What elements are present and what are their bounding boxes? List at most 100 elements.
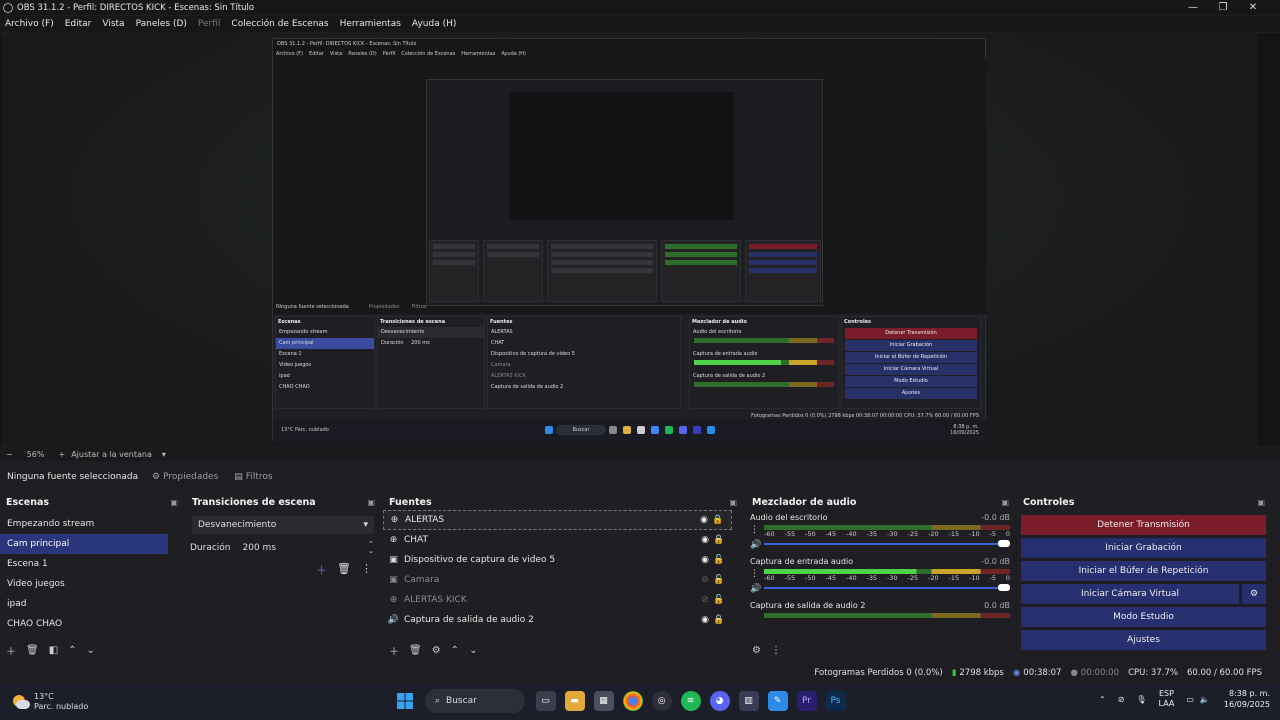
volume-icon[interactable]: 🔈 <box>1200 695 1210 704</box>
move-up-icon[interactable]: ⌃ <box>68 645 76 656</box>
advanced-audio-icon[interactable]: ⚙ <box>752 645 761 656</box>
app-icon[interactable]: ▥ <box>738 691 759 711</box>
maximize-button[interactable]: ❐ <box>1208 0 1238 15</box>
scene-item[interactable]: Cam principal <box>0 534 168 554</box>
duration-stepper-icon[interactable]: ⌃ ⌄ <box>368 541 374 555</box>
source-properties-icon[interactable]: ⚙ <box>432 645 441 656</box>
source-item[interactable]: ⊕ ALERTAS KICK ⊘ 🔓 <box>383 590 732 610</box>
properties-button[interactable]: ⚙ Propiedades <box>152 472 218 482</box>
unlock-icon[interactable]: 🔓 <box>712 555 726 565</box>
menu-profile[interactable]: Perfil <box>198 19 221 29</box>
transition-menu-icon[interactable]: ⋮ <box>361 562 372 578</box>
move-up-icon[interactable]: ⌃ <box>451 645 459 656</box>
add-transition-icon[interactable]: ＋ <box>316 562 327 578</box>
scene-item[interactable]: ipad <box>0 594 168 614</box>
bitrate: 2798 kbps <box>959 668 1004 678</box>
source-item[interactable]: ⊕ ALERTAS ◉ 🔒 <box>383 510 732 530</box>
scene-filters-icon[interactable]: ◧ <box>49 645 58 656</box>
scene-item[interactable]: Escena 1 <box>0 554 168 574</box>
scene-item[interactable]: Empezando stream <box>0 514 168 534</box>
store-icon[interactable]: ▦ <box>593 691 614 711</box>
channel-menu-icon[interactable]: ⋮ <box>750 569 759 579</box>
eye-hidden-icon[interactable]: ⊘ <box>698 595 712 605</box>
menu-file[interactable]: Archivo (F) <box>5 19 54 29</box>
display-icon[interactable]: ▭ <box>1186 695 1194 704</box>
task-view-icon[interactable]: ▭ <box>535 691 556 711</box>
source-item[interactable]: 🔊 Captura de salida de audio 2 ◉ 🔒 <box>383 610 732 630</box>
remove-transition-icon[interactable]: 🗑 <box>337 562 351 578</box>
mixer-menu-icon[interactable]: ⋮ <box>771 645 781 656</box>
menu-scene-collection[interactable]: Colección de Escenas <box>231 19 328 29</box>
lock-icon[interactable]: 🔒 <box>712 615 726 625</box>
scene-item[interactable]: Video juegos <box>0 574 168 594</box>
lock-icon[interactable]: 🔒 <box>712 535 726 545</box>
volume-slider[interactable] <box>764 540 1010 547</box>
filters-button[interactable]: ▤ Filtros <box>234 472 272 482</box>
zoom-dropdown-icon[interactable]: ▾ <box>162 450 166 459</box>
obs-icon[interactable]: ◎ <box>651 691 672 711</box>
settings-button[interactable]: Ajustes <box>1021 630 1266 650</box>
add-source-icon[interactable]: ＋ <box>389 643 399 658</box>
source-item[interactable]: ▣ Camara ⊘ 🔓 <box>383 570 732 590</box>
premiere-icon[interactable]: Pr <box>796 691 817 711</box>
notes-icon[interactable]: ✎ <box>767 691 788 711</box>
close-button[interactable]: ✕ <box>1238 0 1268 15</box>
source-item[interactable]: ⊕ CHAT ◉ 🔒 <box>383 530 732 550</box>
volume-slider[interactable] <box>764 584 1010 591</box>
chevron-up-icon[interactable]: ⌃ <box>1099 695 1106 704</box>
minimize-button[interactable]: — <box>1178 0 1208 15</box>
replay-buffer-button[interactable]: Iniciar el Búfer de Repetición <box>1021 561 1266 581</box>
channel-menu-icon[interactable]: ⋮ <box>750 525 759 535</box>
zoom-in-button[interactable]: + <box>58 450 65 459</box>
clock[interactable]: 8:38 p. m. 16/09/2025 <box>1224 688 1270 710</box>
scene-item[interactable]: CHAO CHAO <box>0 614 168 634</box>
unlock-icon[interactable]: 🔓 <box>712 575 726 585</box>
file-explorer-icon[interactable]: ▬ <box>564 691 585 711</box>
remove-scene-icon[interactable]: 🗑 <box>26 645 39 656</box>
menu-docks[interactable]: Paneles (D) <box>136 19 187 29</box>
discord-icon[interactable]: ◕ <box>709 691 730 711</box>
menu-tools[interactable]: Herramientas <box>340 19 401 29</box>
menu-help[interactable]: Ayuda (H) <box>412 19 456 29</box>
speaker-icon[interactable]: 🔊 <box>750 584 761 594</box>
studio-mode-button[interactable]: Modo Estudio <box>1021 607 1266 627</box>
eye-icon[interactable]: ◉ <box>697 515 711 525</box>
unlock-icon[interactable]: 🔓 <box>712 595 726 605</box>
gear-icon[interactable]: ⚙ <box>1242 584 1266 604</box>
dock-options-icon[interactable]: ▣ <box>170 498 178 507</box>
eye-hidden-icon[interactable]: ⊘ <box>698 575 712 585</box>
dock-options-icon[interactable]: ▣ <box>1257 498 1265 507</box>
remove-source-icon[interactable]: 🗑 <box>409 645 422 656</box>
chrome-icon[interactable] <box>622 691 643 711</box>
menu-edit[interactable]: Editar <box>65 19 92 29</box>
move-down-icon[interactable]: ⌄ <box>469 645 477 656</box>
duration-input[interactable]: 200 ms <box>240 540 365 556</box>
eye-icon[interactable]: ◉ <box>698 535 712 545</box>
start-recording-button[interactable]: Iniciar Grabación <box>1021 538 1266 558</box>
network-off-icon[interactable]: ⊘ <box>1118 695 1125 704</box>
speaker-icon[interactable]: 🔊 <box>750 540 761 550</box>
eye-icon[interactable]: ◉ <box>698 615 712 625</box>
zoom-out-button[interactable]: − <box>6 450 13 459</box>
add-scene-icon[interactable]: ＋ <box>6 643 16 658</box>
stop-stream-button[interactable]: Detener Transmisión <box>1021 515 1266 535</box>
spotify-icon[interactable]: ≋ <box>680 691 701 711</box>
virtual-camera-button[interactable]: Iniciar Cámara Virtual <box>1021 584 1239 604</box>
source-item[interactable]: ▣ Dispositivo de captura de video 5 ◉ 🔓 <box>383 550 732 570</box>
photoshop-icon[interactable]: Ps <box>825 691 846 711</box>
dock-options-icon[interactable]: ▣ <box>729 498 737 507</box>
microphone-icon[interactable]: 🎙 <box>1136 695 1146 704</box>
dock-options-icon[interactable]: ▣ <box>367 498 375 507</box>
transition-select[interactable]: Desvanecimiento ▾ <box>192 516 374 534</box>
browser-icon: ⊕ <box>389 595 398 605</box>
move-down-icon[interactable]: ⌄ <box>87 645 95 656</box>
zoom-fit-button[interactable]: Ajustar a la ventana <box>71 450 152 459</box>
taskbar-search[interactable]: ⌕ Buscar <box>425 689 525 713</box>
language-indicator[interactable]: ESP LAA <box>1159 689 1175 709</box>
eye-icon[interactable]: ◉ <box>698 555 712 565</box>
menu-view[interactable]: Vista <box>102 19 124 29</box>
windows-start-icon[interactable] <box>395 691 415 711</box>
dock-options-icon[interactable]: ▣ <box>1001 498 1009 507</box>
weather-widget[interactable]: 13°C Parc. nublado <box>10 692 88 712</box>
lock-icon[interactable]: 🔒 <box>711 515 725 525</box>
